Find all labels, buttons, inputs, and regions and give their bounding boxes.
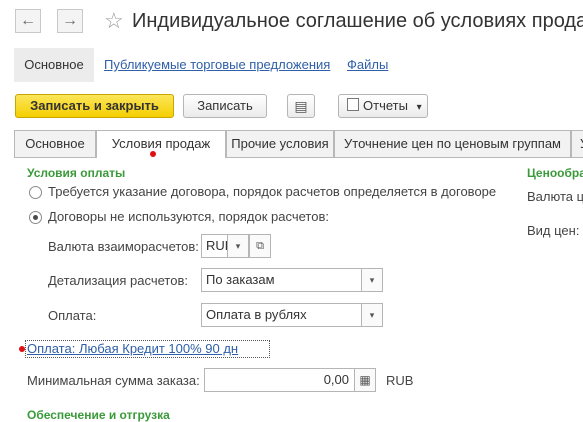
radio-contract-required-label[interactable]: Требуется указание договора, порядок рас… [48, 184, 496, 199]
tab-main[interactable]: Основное [14, 130, 96, 157]
list-button[interactable]: ▤ [287, 94, 315, 118]
open-icon: ⧉ [256, 240, 264, 252]
tab-sales-conditions[interactable]: Условия продаж [96, 130, 226, 158]
tab-other-conditions[interactable]: Прочие условия [226, 130, 334, 157]
detail-select[interactable]: По заказам ▾ [201, 268, 383, 292]
pay-value: Оплата в рублях [206, 307, 307, 322]
chevron-down-icon: ▾ [235, 241, 241, 251]
nav-item-offers[interactable]: Публикуемые торговые предложения [104, 48, 330, 82]
currency-open-button[interactable]: ⧉ [249, 234, 271, 258]
chevron-down-icon: ▾ [369, 310, 375, 320]
payment-section-title: Условия оплаты [27, 166, 126, 180]
calculator-icon: ▦ [359, 373, 371, 387]
favorite-star-icon[interactable]: ☆ [104, 8, 124, 34]
radio-no-contracts-label[interactable]: Договоры не используются, порядок расчет… [48, 209, 329, 224]
reports-label: Отчеты [363, 98, 408, 113]
window-title: Индивидуальное соглашение об условиях пр… [132, 10, 583, 32]
min-order-field[interactable]: 0,00 ▦ [204, 368, 376, 392]
back-button[interactable]: ← [15, 9, 41, 33]
reports-button[interactable]: Отчеты ▾ [338, 94, 428, 118]
pay-select[interactable]: Оплата в рублях ▾ [201, 303, 383, 327]
pay-dropdown-button[interactable]: ▾ [361, 303, 383, 327]
currency-dropdown-button[interactable]: ▾ [227, 234, 249, 258]
form-navigation: Основное Публикуемые торговые предложени… [14, 48, 583, 82]
nav-item-files[interactable]: Файлы [347, 48, 388, 82]
pay-label: Оплата: [48, 308, 97, 323]
calculator-button[interactable]: ▦ [354, 368, 376, 392]
price-kind-label: Вид цен: [527, 223, 580, 238]
nav-item-main[interactable]: Основное [14, 48, 94, 82]
chevron-down-icon: ▾ [416, 102, 422, 113]
min-order-value: 0,00 [323, 372, 349, 387]
arrow-left-icon: ← [20, 12, 36, 29]
arrow-right-icon: → [62, 12, 78, 29]
currency-field[interactable]: RUB ▾ ⧉ [201, 234, 271, 258]
tab-more[interactable]: У [571, 130, 583, 157]
list-icon: ▤ [294, 98, 308, 114]
radio-contract-required[interactable] [29, 186, 42, 199]
price-currency-label: Валюта ц [527, 189, 583, 204]
tab-price-groups[interactable]: Уточнение цен по ценовым группам [334, 130, 571, 157]
marker-dot [150, 151, 156, 157]
save-and-close-button[interactable]: Записать и закрыть [15, 94, 174, 118]
payment-schedule-link[interactable]: Оплата: Любая Кредит 100% 90 дн [27, 341, 238, 356]
detail-value: По заказам [206, 272, 275, 287]
radio-no-contracts[interactable] [29, 211, 42, 224]
currency-label: Валюта взаиморасчетов: [48, 239, 199, 254]
min-order-label: Минимальная сумма заказа: [27, 373, 200, 388]
pricing-section-title: Ценообра [527, 166, 583, 180]
detail-dropdown-button[interactable]: ▾ [361, 268, 383, 292]
tab-bar: Основное Условия продаж Прочие условия У… [14, 130, 583, 158]
detail-label: Детализация расчетов: [48, 273, 188, 288]
forward-button[interactable]: → [57, 9, 83, 33]
min-order-currency: RUB [386, 373, 414, 388]
report-icon [347, 98, 359, 111]
chevron-down-icon: ▾ [369, 275, 375, 285]
save-button[interactable]: Записать [183, 94, 267, 118]
